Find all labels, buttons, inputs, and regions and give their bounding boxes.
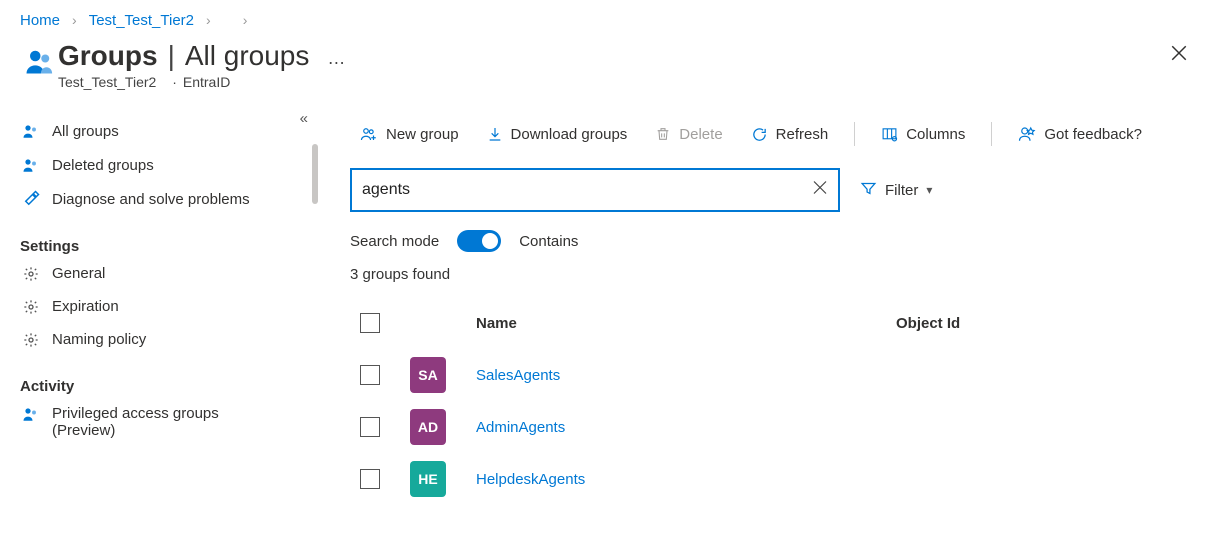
- sidebar-item-label: Naming policy: [52, 331, 146, 348]
- product-label: EntraID: [183, 74, 230, 90]
- sidebar-item-deleted-groups[interactable]: Deleted groups: [18, 148, 320, 182]
- table-row: SA SalesAgents: [350, 349, 1190, 401]
- chevron-right-icon: ›: [72, 12, 77, 28]
- delete-button: Delete: [645, 122, 732, 147]
- group-name-link[interactable]: HelpdeskAgents: [476, 471, 585, 488]
- gear-icon: [20, 299, 42, 315]
- chevron-right-icon: ›: [243, 12, 248, 28]
- search-input-wrapper: [350, 168, 840, 212]
- groups-icon: [20, 122, 42, 140]
- sidebar-item-privileged-access[interactable]: Privileged access groups (Preview): [18, 397, 320, 447]
- sidebar-item-all-groups[interactable]: All groups: [18, 114, 320, 148]
- sidebar-item-label: All groups: [52, 123, 119, 140]
- chevron-down-icon: ▾: [926, 183, 932, 197]
- select-all-checkbox[interactable]: [360, 313, 380, 333]
- toolbar: New group Download groups Delete Refresh…: [350, 108, 1190, 160]
- collapse-sidebar-button[interactable]: «: [300, 110, 308, 127]
- breadcrumb-home[interactable]: Home: [20, 12, 60, 29]
- wrench-icon: [20, 190, 42, 208]
- group-avatar: AD: [410, 409, 446, 445]
- results-table: Name Object Id SA SalesAgents AD AdminAg…: [350, 297, 1190, 505]
- gear-icon: [20, 332, 42, 348]
- toolbar-label: Download groups: [511, 126, 628, 143]
- search-mode-toggle[interactable]: [457, 230, 501, 252]
- group-name-link[interactable]: AdminAgents: [476, 419, 565, 436]
- row-checkbox[interactable]: [360, 417, 380, 437]
- gear-icon: [20, 266, 42, 282]
- toolbar-label: Columns: [906, 126, 965, 143]
- clear-search-button[interactable]: [812, 180, 828, 201]
- filter-label: Filter: [885, 182, 918, 199]
- group-avatar: HE: [410, 461, 446, 497]
- add-group-icon: [360, 125, 378, 143]
- toolbar-label: Got feedback?: [1044, 126, 1142, 143]
- page-header: Groups | All groups Test_Test_Tier2 · Ent…: [0, 34, 1210, 90]
- download-groups-button[interactable]: Download groups: [477, 122, 638, 147]
- new-group-button[interactable]: New group: [350, 121, 469, 147]
- columns-icon: [881, 126, 898, 143]
- groups-icon: [20, 156, 42, 174]
- close-button[interactable]: [1170, 44, 1188, 67]
- groups-icon: [20, 405, 42, 423]
- sidebar-item-general[interactable]: General: [18, 257, 320, 290]
- group-avatar: SA: [410, 357, 446, 393]
- dot-separator: ·: [172, 74, 177, 90]
- row-checkbox[interactable]: [360, 469, 380, 489]
- sidebar-section-settings: Settings: [18, 230, 320, 257]
- more-menu[interactable]: …: [327, 48, 345, 69]
- column-header-object-id[interactable]: Object Id: [890, 315, 1190, 332]
- group-name-link[interactable]: SalesAgents: [476, 367, 560, 384]
- refresh-icon: [751, 126, 768, 143]
- title-divider: |: [168, 40, 175, 72]
- table-row: HE HelpdeskAgents: [350, 453, 1190, 505]
- toolbar-label: Delete: [679, 126, 722, 143]
- sidebar-item-label: Diagnose and solve problems: [52, 191, 250, 208]
- result-count: 3 groups found: [350, 266, 1190, 283]
- breadcrumb: Home › Test_Test_Tier2 › ›: [0, 0, 1210, 34]
- groups-icon: [20, 40, 58, 76]
- breadcrumb-tenant[interactable]: Test_Test_Tier2: [89, 12, 194, 29]
- table-header: Name Object Id: [350, 297, 1190, 349]
- toolbar-label: New group: [386, 126, 459, 143]
- search-input[interactable]: [362, 181, 798, 199]
- filter-button[interactable]: Filter ▾: [854, 176, 938, 205]
- download-icon: [487, 126, 503, 142]
- feedback-button[interactable]: Got feedback?: [1008, 121, 1152, 147]
- feedback-icon: [1018, 125, 1036, 143]
- chevron-right-icon: ›: [206, 12, 211, 28]
- sidebar-section-activity: Activity: [18, 370, 320, 397]
- toolbar-label: Refresh: [776, 126, 829, 143]
- sidebar: « All groups Deleted groups Diagnose and…: [0, 108, 320, 552]
- search-mode-value: Contains: [519, 233, 578, 250]
- page-title: Groups: [58, 40, 158, 72]
- sidebar-item-label: Deleted groups: [52, 157, 154, 174]
- row-checkbox[interactable]: [360, 365, 380, 385]
- trash-icon: [655, 126, 671, 142]
- table-row: AD AdminAgents: [350, 401, 1190, 453]
- sidebar-item-label: Expiration: [52, 298, 119, 315]
- refresh-button[interactable]: Refresh: [741, 122, 839, 147]
- toolbar-separator: [991, 122, 992, 146]
- sidebar-item-expiration[interactable]: Expiration: [18, 290, 320, 323]
- page-subtitle: All groups: [185, 40, 310, 72]
- search-mode-label: Search mode: [350, 233, 439, 250]
- main-content: New group Download groups Delete Refresh…: [320, 108, 1210, 552]
- columns-button[interactable]: Columns: [871, 122, 975, 147]
- sidebar-item-label: Privileged access groups (Preview): [52, 405, 272, 439]
- filter-icon: [860, 180, 877, 201]
- sidebar-item-label: General: [52, 265, 105, 282]
- column-header-name[interactable]: Name: [470, 315, 890, 332]
- sidebar-item-naming-policy[interactable]: Naming policy: [18, 323, 320, 356]
- toolbar-separator: [854, 122, 855, 146]
- tenant-label: Test_Test_Tier2: [58, 74, 156, 90]
- sidebar-item-diagnose[interactable]: Diagnose and solve problems: [18, 182, 320, 216]
- scrollbar-thumb[interactable]: [312, 144, 318, 204]
